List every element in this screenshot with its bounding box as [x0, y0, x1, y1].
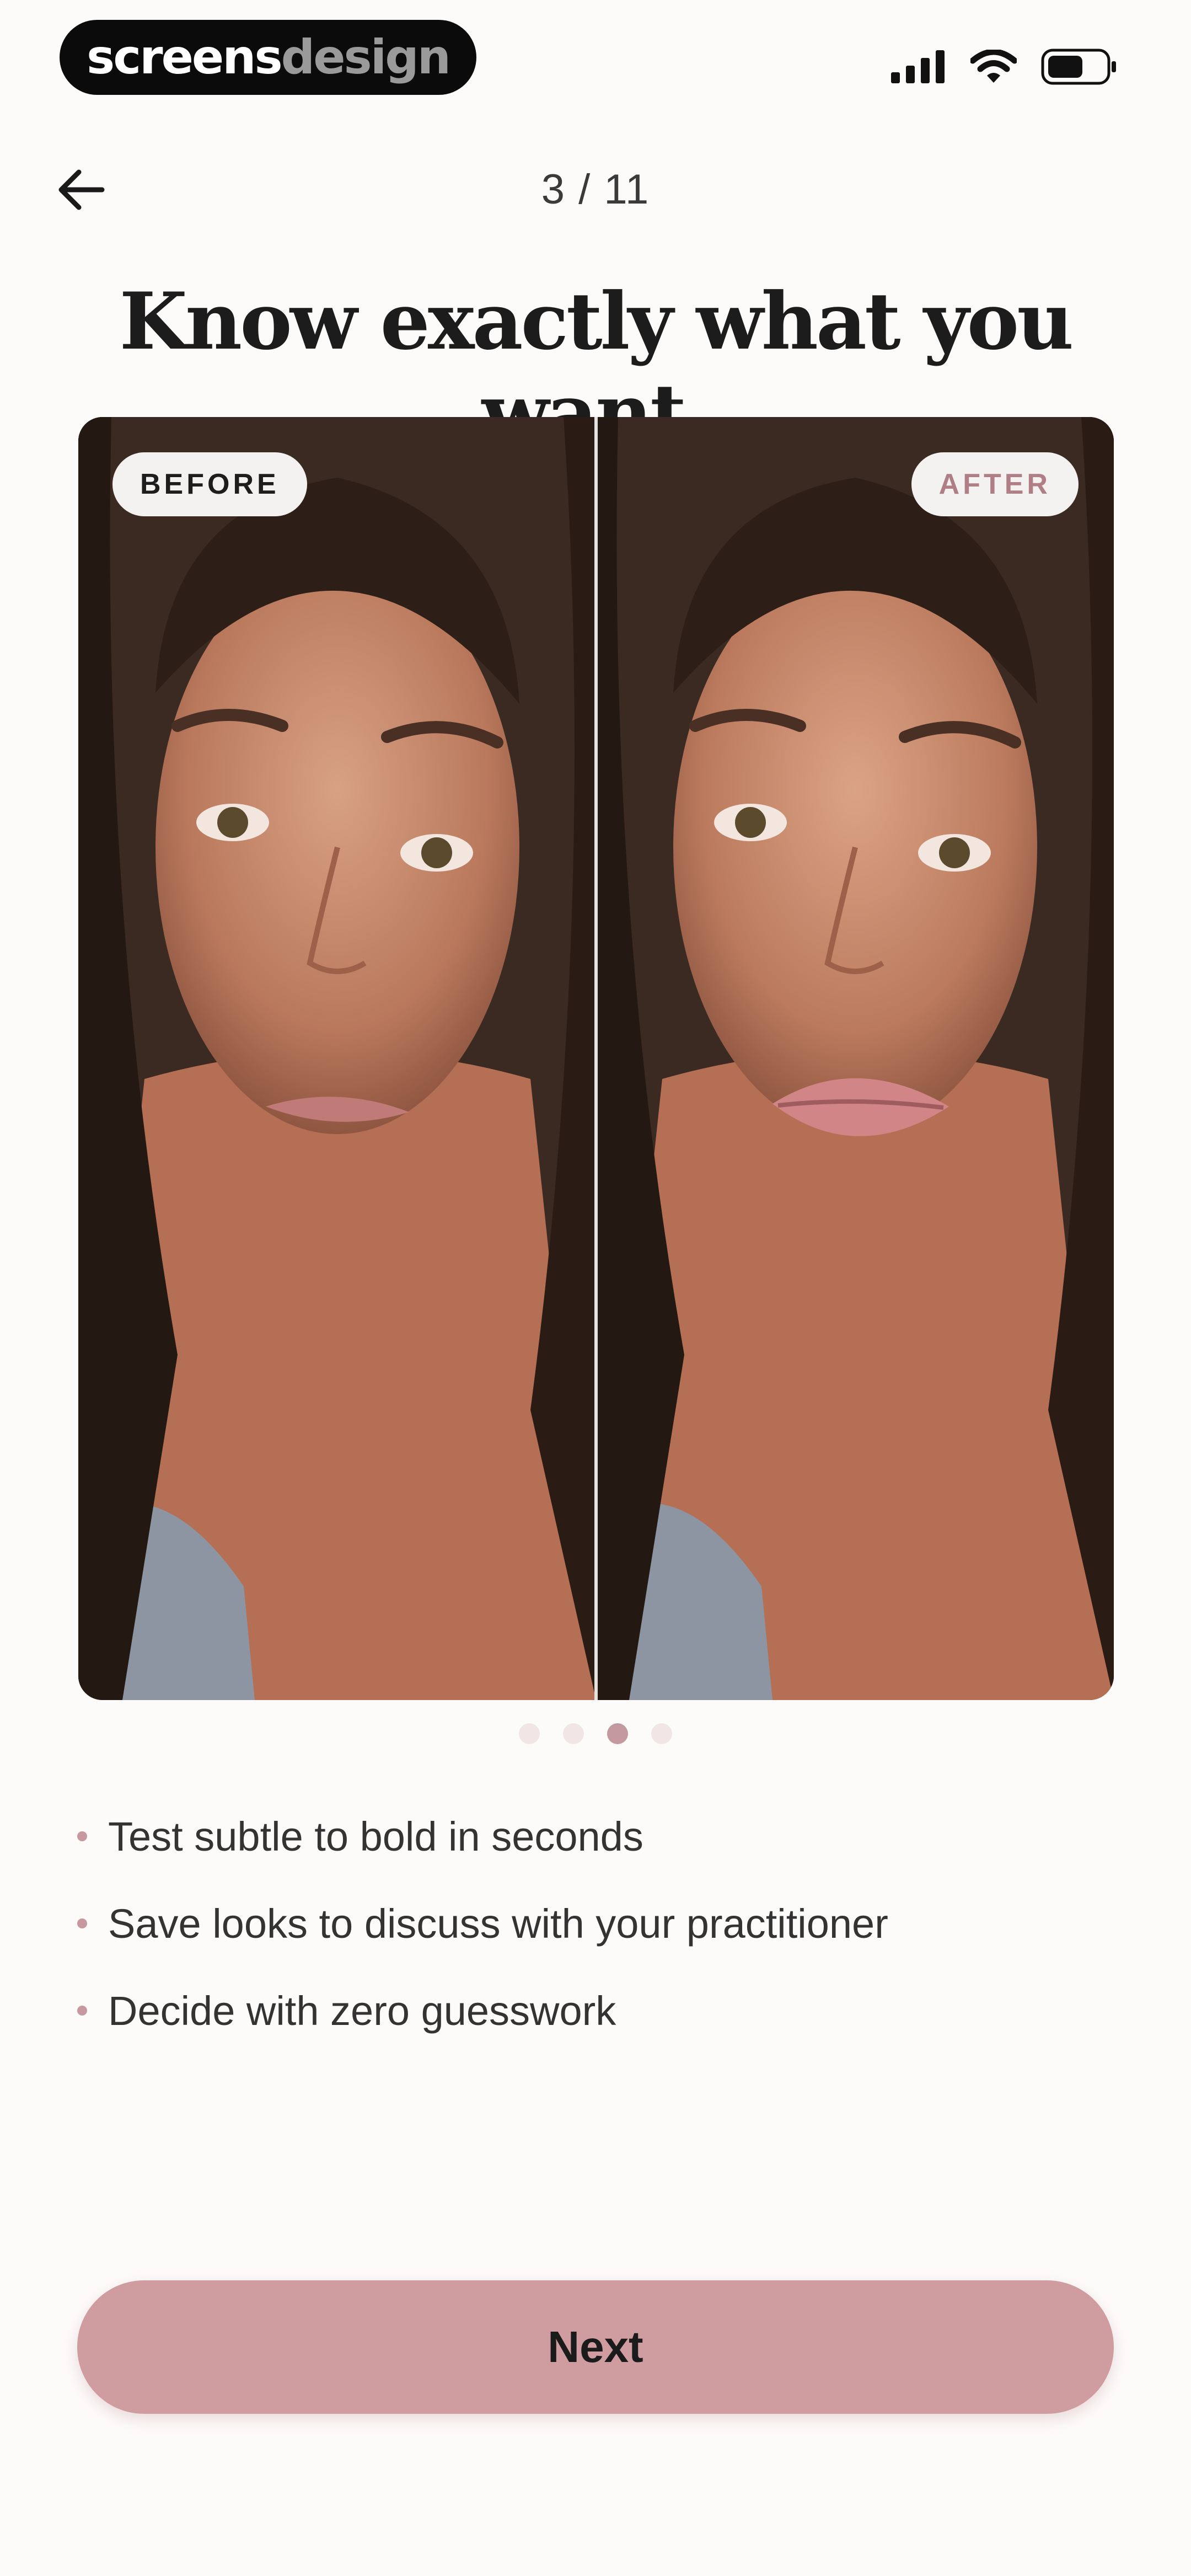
signal-bars-icon — [891, 50, 946, 86]
status-icons — [891, 49, 1118, 88]
brand-logo: screens design — [60, 20, 476, 95]
before-badge: BEFORE — [112, 452, 307, 516]
step-counter: 3 / 11 — [541, 166, 650, 213]
pagination-dot[interactable] — [519, 1723, 540, 1744]
comparison-divider[interactable] — [594, 417, 598, 1700]
benefits-list: Test subtle to bold in seconds Save look… — [77, 1793, 888, 2054]
pagination-dot[interactable] — [563, 1723, 584, 1744]
wifi-icon — [969, 49, 1018, 87]
after-photo — [596, 417, 1114, 1700]
brand-logo-part-1: screens — [87, 30, 283, 85]
bullet-icon — [77, 1831, 87, 1841]
list-item: Save looks to discuss with your practiti… — [77, 1880, 888, 1967]
list-item: Test subtle to bold in seconds — [77, 1793, 888, 1880]
battery-icon — [1041, 49, 1118, 88]
pagination-dot[interactable] — [651, 1723, 672, 1744]
before-after-comparison[interactable]: BEFORE AFTER — [78, 417, 1114, 1700]
benefit-text: Save looks to discuss with your practiti… — [108, 1900, 888, 1947]
list-item: Decide with zero guesswork — [77, 1967, 888, 2054]
status-bar: screens design — [0, 0, 1191, 121]
before-photo — [78, 417, 596, 1700]
pagination-dot-active[interactable] — [607, 1723, 628, 1744]
brand-logo-part-2: design — [281, 30, 451, 85]
bullet-icon — [77, 2006, 87, 2016]
bullet-icon — [77, 1918, 87, 1928]
nav-bar: 3 / 11 — [0, 143, 1191, 243]
carousel-pagination — [0, 1723, 1191, 1744]
benefit-text: Test subtle to bold in seconds — [108, 1813, 643, 1859]
after-badge: AFTER — [911, 452, 1079, 516]
benefit-text: Decide with zero guesswork — [108, 1987, 616, 2034]
next-button[interactable]: Next — [77, 2280, 1114, 2414]
